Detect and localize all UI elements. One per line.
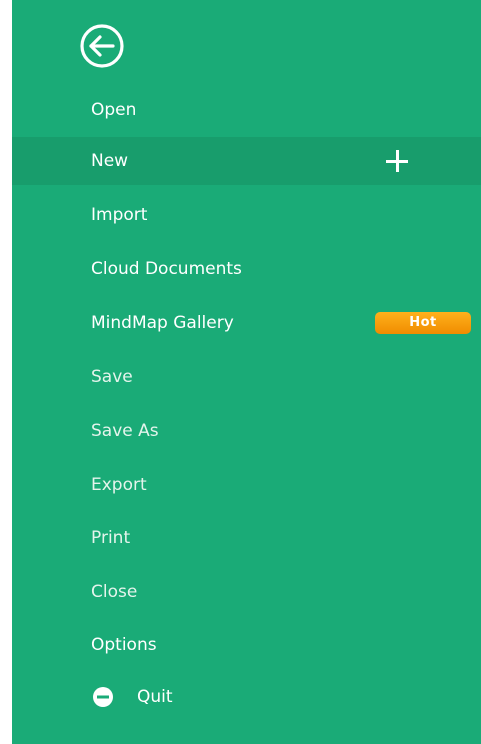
menu-item-export[interactable]: Export	[12, 461, 481, 509]
menu-item-close[interactable]: Close	[12, 568, 481, 616]
menu-item-save-as[interactable]: Save As	[12, 407, 481, 455]
menu-item-label: Options	[91, 635, 157, 655]
menu-item-label: Export	[91, 475, 147, 495]
menu-item-label: Save	[91, 367, 133, 387]
plus-icon	[382, 146, 412, 176]
menu-item-cloud-documents[interactable]: Cloud Documents	[12, 245, 481, 293]
file-menu-panel: Open New Import Cloud Documents MindMap …	[12, 0, 481, 744]
minus-circle-icon	[92, 686, 114, 708]
menu-item-quit[interactable]: Quit	[12, 673, 481, 721]
back-arrow-circle-icon	[80, 24, 124, 68]
menu-item-open[interactable]: Open	[12, 86, 481, 134]
hot-badge: Hot	[375, 312, 471, 334]
menu-item-label: Print	[91, 528, 131, 548]
menu-item-save[interactable]: Save	[12, 353, 481, 401]
back-button[interactable]	[78, 22, 126, 70]
menu-item-import[interactable]: Import	[12, 191, 481, 239]
menu-item-label: Import	[91, 205, 148, 225]
menu-item-mindmap-gallery[interactable]: MindMap Gallery Hot	[12, 299, 481, 347]
menu-item-label: Save As	[91, 421, 159, 441]
menu-item-label: Quit	[137, 687, 173, 707]
menu-item-label: Open	[91, 100, 137, 120]
menu-item-new[interactable]: New	[12, 137, 481, 185]
menu-item-label: Close	[91, 582, 138, 602]
menu-item-print[interactable]: Print	[12, 514, 481, 562]
menu-item-label: MindMap Gallery	[91, 313, 234, 333]
menu-item-options[interactable]: Options	[12, 621, 481, 669]
menu-item-label: New	[91, 151, 129, 171]
menu-item-label: Cloud Documents	[91, 259, 242, 279]
